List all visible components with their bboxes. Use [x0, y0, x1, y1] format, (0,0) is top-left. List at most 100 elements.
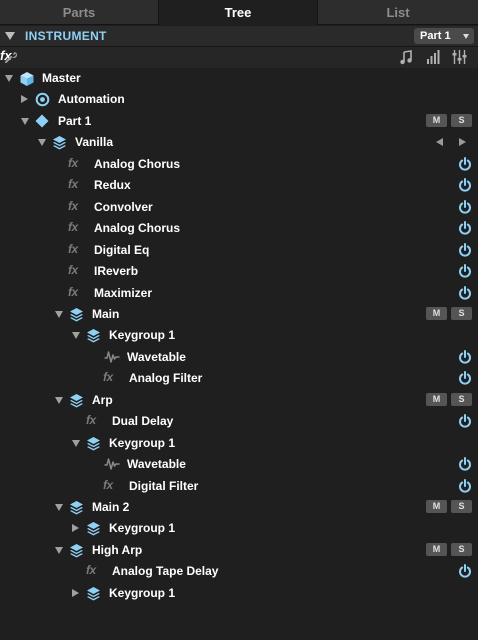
tree-row[interactable]: fx Analog Filter — [0, 368, 478, 389]
tree-row[interactable]: fx Maximizer — [0, 283, 478, 304]
tree-row[interactable]: Main M S — [0, 304, 478, 325]
mute-button[interactable]: M — [426, 306, 447, 320]
solo-button[interactable]: S — [451, 392, 472, 406]
tree-item-label: Keygroup 1 — [109, 328, 176, 343]
part-select[interactable]: Part 1 — [414, 28, 474, 44]
prev-arrow-icon[interactable] — [436, 138, 443, 147]
expand-down-icon[interactable] — [55, 310, 63, 318]
tree-row[interactable]: fx Analog Tape Delay — [0, 561, 478, 582]
tree-row[interactable]: fx Convolver — [0, 197, 478, 218]
expand-right-icon[interactable] — [72, 524, 79, 533]
tab-list[interactable]: List — [318, 0, 478, 25]
wrench-icon[interactable] — [4, 50, 18, 64]
layers-icon — [70, 501, 83, 515]
tree-row[interactable]: Master — [0, 68, 478, 89]
expand-down-icon[interactable] — [38, 139, 46, 147]
tree-row[interactable]: Wavetable — [0, 454, 478, 475]
mute-button[interactable]: M — [426, 542, 447, 556]
power-icon[interactable] — [458, 178, 472, 192]
tree-row[interactable]: fx Digital Eq — [0, 240, 478, 261]
solo-button[interactable]: S — [451, 500, 472, 513]
expand-down-icon[interactable] — [72, 332, 80, 340]
tree-item-label: IReverb — [94, 264, 139, 279]
tree-row[interactable]: Keygroup 1 — [0, 583, 478, 604]
fx-icon: fx — [68, 177, 78, 192]
waveform-icon — [104, 457, 120, 475]
expand-right-icon[interactable] — [72, 588, 79, 597]
power-icon[interactable] — [458, 156, 472, 171]
expand-down-icon[interactable] — [72, 439, 80, 447]
tree-row[interactable]: Main 2 MS — [0, 497, 478, 518]
power-icon[interactable] — [458, 285, 472, 300]
note-icon[interactable] — [399, 50, 413, 65]
tree-item-label: Main — [92, 306, 120, 321]
diamond-icon — [35, 114, 49, 128]
tree-row[interactable]: Keygroup 1 — [0, 325, 478, 346]
fx-icon: fx — [68, 241, 78, 256]
tab-bar: Parts Tree List — [0, 0, 478, 25]
tab-parts[interactable]: Parts — [0, 0, 159, 25]
mute-button[interactable]: M — [426, 392, 447, 406]
solo-button[interactable]: S — [451, 542, 472, 556]
power-icon[interactable] — [458, 371, 472, 385]
layers-icon — [87, 586, 100, 601]
power-icon[interactable] — [458, 242, 472, 257]
fx-icon: fx — [68, 220, 78, 235]
tree-item-label: Master — [42, 71, 81, 85]
collapse-triangle-icon[interactable] — [5, 32, 15, 40]
layers-icon — [69, 500, 84, 520]
mute-button[interactable]: M — [426, 113, 447, 127]
tree-item-label: Automation — [58, 92, 125, 107]
tree-row[interactable]: fx Redux — [0, 175, 478, 196]
fx-icon: fx — [68, 263, 78, 278]
expand-down-icon[interactable] — [55, 504, 63, 511]
waveform-icon — [104, 351, 120, 363]
tree-item-label: Keygroup 1 — [109, 521, 176, 536]
power-icon[interactable] — [458, 414, 472, 428]
tree-row[interactable]: Vanilla — [0, 132, 478, 153]
fx-icon: fx — [86, 563, 96, 578]
solo-button[interactable]: S — [451, 113, 472, 127]
expand-down-icon[interactable] — [55, 546, 63, 554]
expand-down-icon[interactable] — [21, 117, 29, 125]
tree-row[interactable]: Automation — [0, 89, 478, 110]
chevron-down-icon — [463, 34, 469, 39]
power-icon[interactable] — [458, 349, 472, 364]
tree-item-label: Redux — [94, 178, 131, 193]
tree-item-label: High Arp — [92, 542, 143, 557]
tab-tree[interactable]: Tree — [159, 0, 318, 25]
tree-row[interactable]: fx Analog Chorus — [0, 154, 478, 175]
layers-icon — [87, 436, 100, 451]
power-icon[interactable] — [458, 221, 472, 235]
tree-row[interactable]: fx Digital Filter — [0, 476, 478, 497]
power-icon[interactable] — [458, 457, 472, 471]
layers-icon — [70, 393, 83, 408]
expand-down-icon[interactable] — [55, 396, 63, 404]
power-icon[interactable] — [458, 199, 472, 214]
bars-icon[interactable] — [426, 50, 440, 64]
tree-row[interactable]: Keygroup 1 — [0, 518, 478, 539]
tree-row[interactable]: fx Dual Delay — [0, 411, 478, 432]
tree-item-label: Keygroup 1 — [109, 585, 176, 600]
power-icon[interactable] — [458, 264, 472, 278]
tree-row[interactable]: Wavetable — [0, 347, 478, 368]
tree-row[interactable]: Keygroup 1 — [0, 433, 478, 454]
tree-row[interactable]: Arp M S — [0, 390, 478, 411]
layers-icon — [52, 135, 67, 155]
power-icon[interactable] — [458, 564, 472, 578]
tree-item-label: Part 1 — [58, 113, 92, 128]
tree-row[interactable]: Part 1 MS — [0, 111, 478, 132]
solo-button[interactable]: S — [451, 306, 472, 320]
next-arrow-icon[interactable] — [459, 138, 466, 147]
tree-item-label: Maximizer — [94, 285, 153, 300]
mute-button[interactable]: M — [426, 500, 447, 513]
tree-row[interactable]: fx IReverb — [0, 261, 478, 282]
layers-icon — [86, 436, 101, 456]
sliders-icon[interactable] — [452, 50, 467, 64]
expand-right-icon[interactable] — [21, 95, 28, 104]
expand-down-icon[interactable] — [5, 75, 13, 82]
tree-row[interactable]: fx Analog Chorus — [0, 218, 478, 239]
tree-item-label: Analog Filter — [129, 371, 203, 386]
tree-row[interactable]: High Arp M S — [0, 540, 478, 561]
power-icon[interactable] — [458, 478, 472, 493]
